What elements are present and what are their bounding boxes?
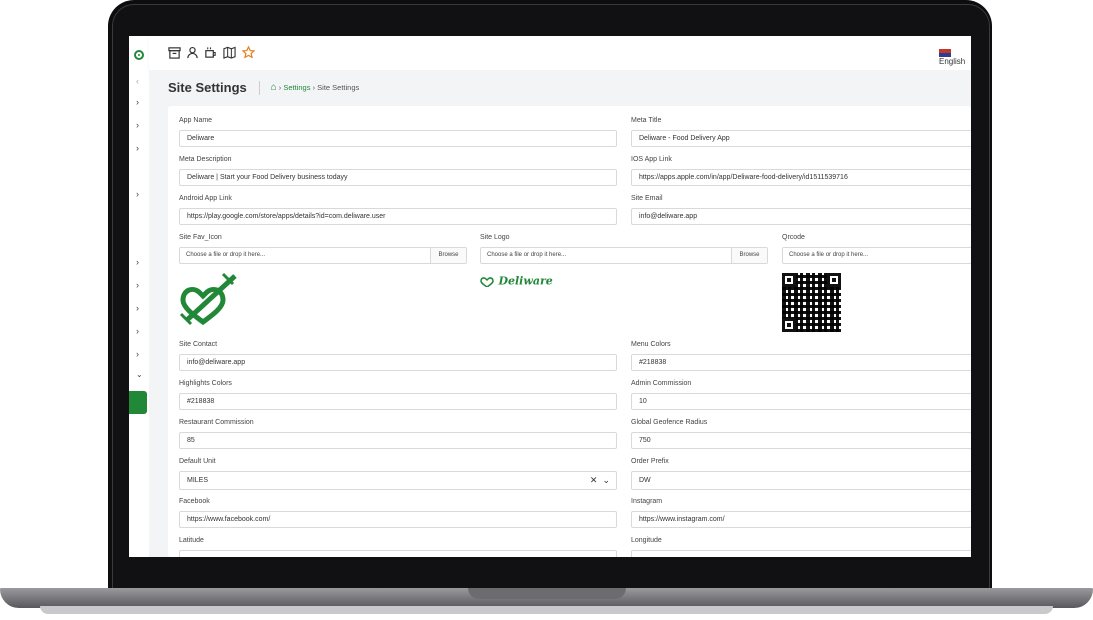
laptop-base-shadow [40, 606, 1053, 614]
geofence-radius-input[interactable]: 750 [631, 432, 971, 449]
language-label: English [939, 57, 966, 66]
menu-colors-input[interactable]: #218838 [631, 354, 971, 371]
home-icon[interactable]: ⌂ [271, 82, 277, 93]
browse-button[interactable]: Browse [430, 248, 466, 263]
order-prefix-label: Order Prefix [631, 458, 669, 465]
site-fav-icon-label: Site Fav_Icon [179, 234, 222, 241]
chevron-right-icon[interactable]: › [136, 120, 139, 130]
qrcode-preview [782, 273, 841, 332]
qr-finder [782, 273, 796, 287]
chevron-left-icon[interactable]: ‹ [136, 76, 139, 86]
site-email-input[interactable]: info@deliware.app [631, 208, 971, 225]
default-unit-select[interactable]: MILES ✕ ⌄ [179, 471, 617, 490]
chevron-right-icon[interactable]: › [136, 143, 139, 153]
restaurant-commission-label: Restaurant Commission [179, 419, 254, 426]
admin-commission-input[interactable]: 10 [631, 393, 971, 410]
select-controls: ✕ ⌄ [590, 472, 610, 489]
instagram-label: Instagram [631, 498, 663, 505]
user-icon[interactable] [186, 46, 199, 59]
star-icon[interactable] [242, 46, 255, 59]
facebook-label: Facebook [179, 498, 210, 505]
site-logo-file-input[interactable]: Choose a file or drop it here... Browse [480, 247, 768, 264]
facebook-input[interactable]: https://www.facebook.com/ [179, 511, 617, 528]
ios-app-link-input[interactable]: https://apps.apple.com/in/app/Deliware-f… [631, 169, 971, 186]
chevron-right-icon[interactable]: › [136, 326, 139, 336]
site-email-label: Site Email [631, 195, 663, 202]
breadcrumb-settings[interactable]: Settings [283, 83, 310, 92]
highlights-colors-input[interactable]: #218838 [179, 393, 617, 410]
fav-icon-preview [179, 272, 237, 326]
chevron-down-icon[interactable]: ⌄ [602, 475, 610, 485]
file-placeholder: Choose a file or drop it here... [487, 252, 567, 258]
default-unit-value: MILES [187, 477, 209, 484]
restaurant-commission-input[interactable]: 85 [179, 432, 617, 449]
qr-finder [782, 318, 796, 332]
topbar: English [149, 36, 971, 71]
chevron-right-icon[interactable]: › [136, 280, 139, 290]
instagram-input[interactable]: https://www.instagram.com/ [631, 511, 971, 528]
meta-description-label: Meta Description [179, 156, 232, 163]
android-app-link-label: Android App Link [179, 195, 232, 202]
app-logo-icon[interactable] [134, 50, 144, 60]
site-logo-text: Deliware [498, 274, 553, 288]
chevron-right-icon[interactable]: › [136, 349, 139, 359]
chevron-right-icon[interactable]: › [136, 97, 139, 107]
latitude-input[interactable] [179, 550, 617, 557]
file-placeholder: Choose a file or drop it here... [789, 252, 869, 258]
settings-form: App Name Deliware Meta Title Deliware - … [168, 106, 971, 557]
admin-commission-label: Admin Commission [631, 380, 692, 387]
app-name-label: App Name [179, 117, 213, 124]
longitude-input[interactable] [631, 550, 971, 557]
browse-button[interactable]: Browse [731, 248, 767, 263]
site-logo-preview: Deliware [480, 272, 553, 288]
file-placeholder: Choose a file or drop it here... [186, 252, 266, 258]
chevron-right-icon[interactable]: › [136, 189, 139, 199]
chevron-down-icon[interactable]: ⌄ [136, 370, 143, 380]
divider [259, 80, 261, 95]
deliware-logo-icon [480, 276, 494, 288]
page-header: Site Settings ⌂ › Settings › Site Settin… [168, 79, 359, 99]
longitude-label: Longitude [631, 537, 662, 544]
chevron-right-icon[interactable]: › [136, 257, 139, 267]
android-app-link-input[interactable]: https://play.google.com/store/apps/detai… [179, 208, 617, 225]
meta-description-input[interactable]: Deliware | Start your Food Delivery busi… [179, 169, 617, 186]
qrcode-label: Qrcode [782, 234, 805, 241]
order-prefix-input[interactable]: DW [631, 471, 971, 490]
site-contact-label: Site Contact [179, 341, 218, 348]
meta-title-input[interactable]: Deliware - Food Delivery App [631, 130, 971, 147]
breadcrumb: ⌂ › Settings › Site Settings [270, 82, 360, 94]
highlights-colors-label: Highlights Colors [179, 380, 232, 387]
site-contact-input[interactable]: info@deliware.app [179, 354, 617, 371]
archive-icon[interactable] [168, 46, 181, 59]
menu-colors-label: Menu Colors [631, 341, 671, 348]
site-fav-icon-file-input[interactable]: Choose a file or drop it here... Browse [179, 247, 467, 264]
geofence-radius-label: Global Geofence Radius [631, 419, 708, 426]
default-unit-label: Default Unit [179, 458, 216, 465]
qrcode-file-input[interactable]: Choose a file or drop it here... [782, 247, 971, 264]
coffee-icon[interactable] [204, 46, 217, 59]
meta-title-label: Meta Title [631, 117, 662, 124]
sidebar: ‹ › › › › › › › › › ⌄ [129, 36, 150, 557]
page-title: Site Settings [168, 80, 247, 96]
site-logo-label: Site Logo [480, 234, 510, 241]
laptop-notch [468, 588, 626, 599]
us-flag-icon [939, 48, 951, 57]
sidebar-item-active[interactable] [129, 391, 147, 414]
app-name-input[interactable]: Deliware [179, 130, 617, 147]
breadcrumb-current: Site Settings [317, 83, 360, 93]
language-selector[interactable]: English [939, 48, 971, 66]
screen: ‹ › › › › › › › › › ⌄ English Site Setti… [129, 36, 971, 557]
chevron-right-icon[interactable]: › [136, 303, 139, 313]
clear-icon[interactable]: ✕ [590, 475, 598, 485]
map-icon[interactable] [223, 46, 236, 59]
qr-finder [827, 273, 841, 287]
latitude-label: Latitude [179, 537, 204, 544]
ios-app-link-label: IOS App Link [631, 156, 672, 163]
